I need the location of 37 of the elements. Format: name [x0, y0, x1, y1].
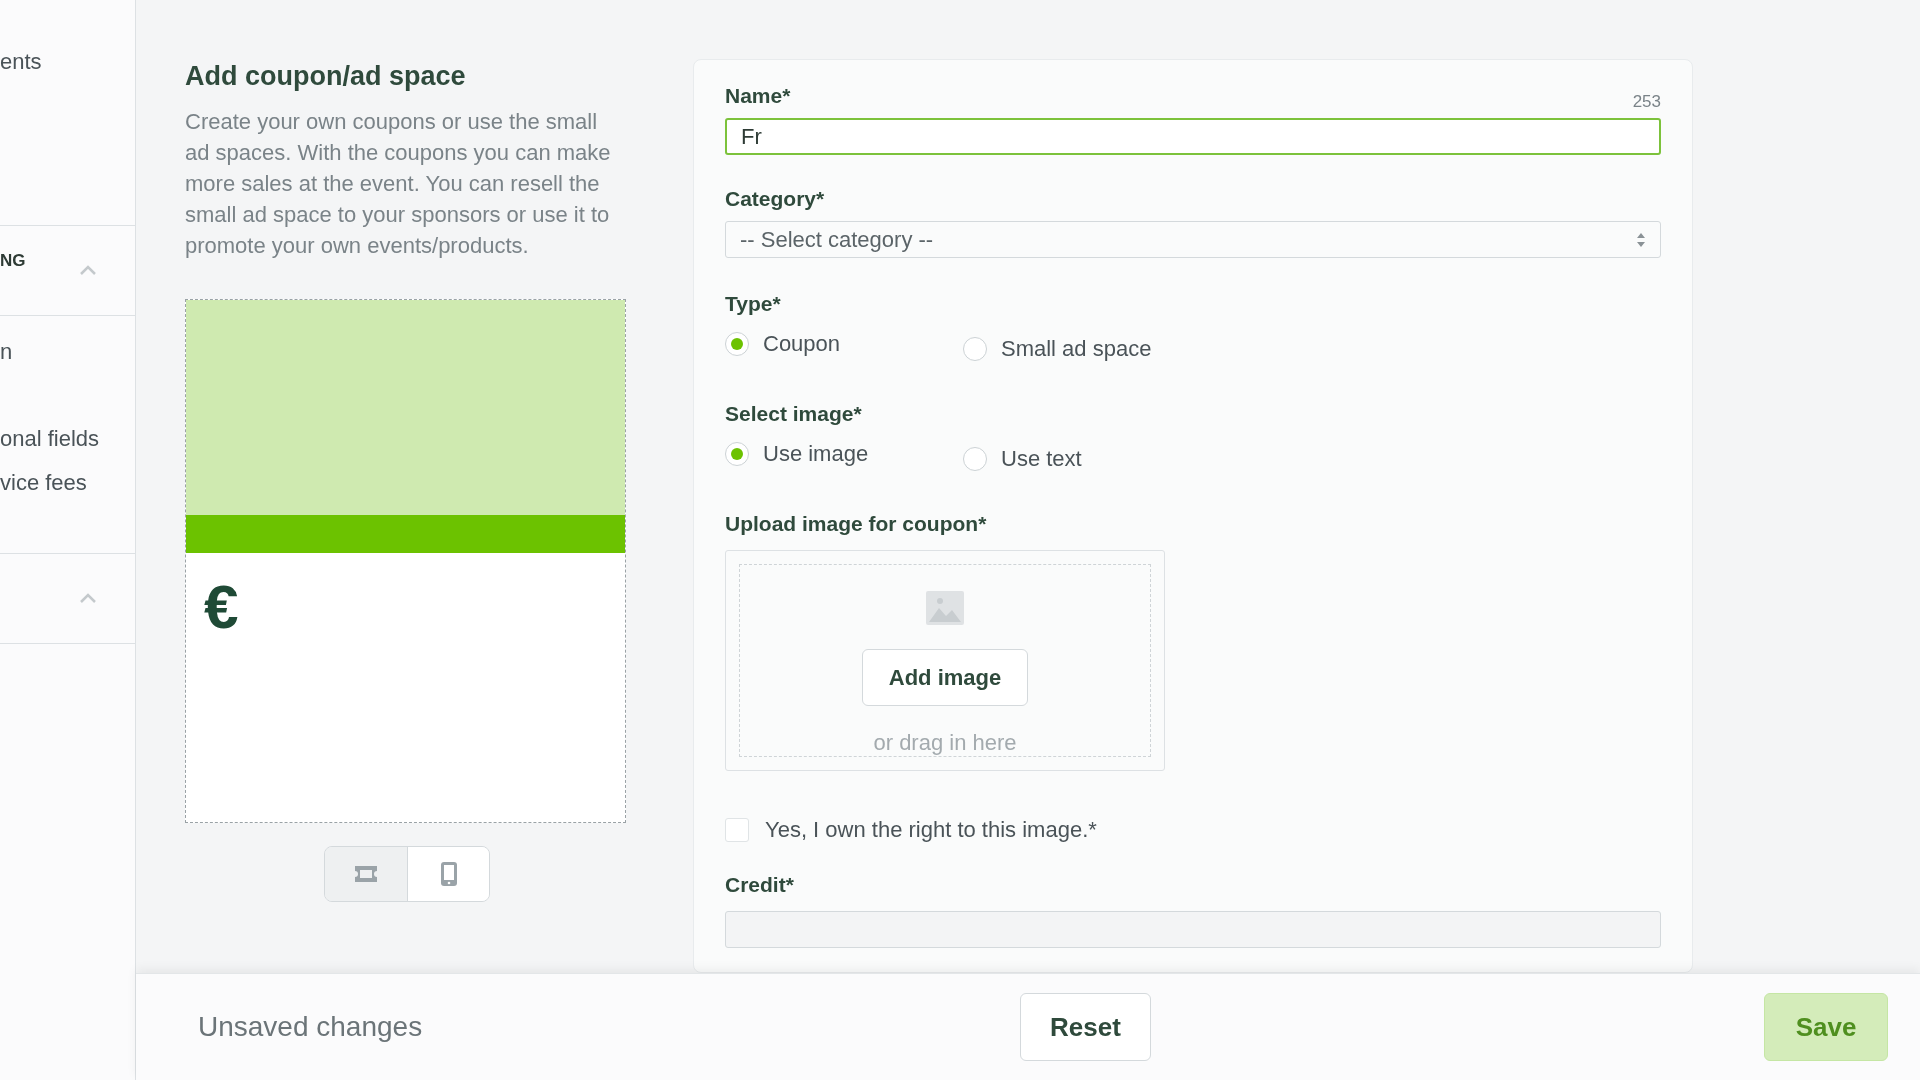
currency-symbol: €	[204, 571, 240, 642]
chevron-icon[interactable]	[79, 592, 97, 604]
section-title: Add coupon/ad space	[185, 61, 467, 92]
credit-input[interactable]	[725, 911, 1661, 948]
reset-button[interactable]: Reset	[1020, 993, 1151, 1061]
sidebar-item[interactable]: ents	[0, 48, 135, 76]
field-label: Select image*	[725, 402, 863, 427]
sidebar-item[interactable]: vice fees	[0, 469, 135, 497]
field-label: Upload image for coupon*	[725, 512, 988, 537]
add-image-button[interactable]: Add image	[862, 649, 1028, 707]
radio-option[interactable]: Use image	[725, 436, 963, 473]
ticket-view-button[interactable]	[325, 847, 407, 901]
sort-icon	[1636, 231, 1646, 248]
character-counter: 253	[1632, 92, 1661, 112]
field-label: Type*	[725, 292, 782, 317]
field-label: Category*	[725, 187, 826, 212]
phone-view-button[interactable]	[407, 847, 489, 901]
unsaved-status: Unsaved changes	[198, 1011, 424, 1043]
ticket-icon	[354, 865, 378, 883]
radio-option[interactable]: Coupon	[725, 326, 963, 363]
sidebar-item[interactable]: n	[0, 338, 135, 366]
chevron-icon[interactable]	[79, 264, 97, 276]
category-select[interactable]: -- Select category --	[725, 221, 1661, 259]
field-label: Credit*	[725, 873, 795, 898]
rights-checkbox[interactable]	[725, 818, 749, 843]
name-input[interactable]: Fr	[725, 118, 1661, 156]
drop-hint: or drag in here	[873, 730, 1017, 757]
radio-option[interactable]: Use text	[963, 446, 1201, 473]
field-label: Name*	[725, 84, 791, 108]
sidebar-item[interactable]: onal fields	[0, 425, 135, 453]
radio-option[interactable]: Small ad space	[963, 336, 1201, 363]
checkbox-label: Yes, I own the right to this image.*	[765, 817, 1097, 844]
upload-area[interactable]: Add image or drag in here	[725, 550, 1165, 772]
sidebar-section-title[interactable]: NG	[0, 250, 26, 271]
phone-icon	[439, 861, 458, 887]
section-description: Create your own coupons or use the small ad spaces. With the coupons you can make more sales at the event. You can resell the small ad space to your sponsors or use it to promote your own events/products.	[185, 108, 612, 260]
image-icon	[926, 591, 964, 626]
